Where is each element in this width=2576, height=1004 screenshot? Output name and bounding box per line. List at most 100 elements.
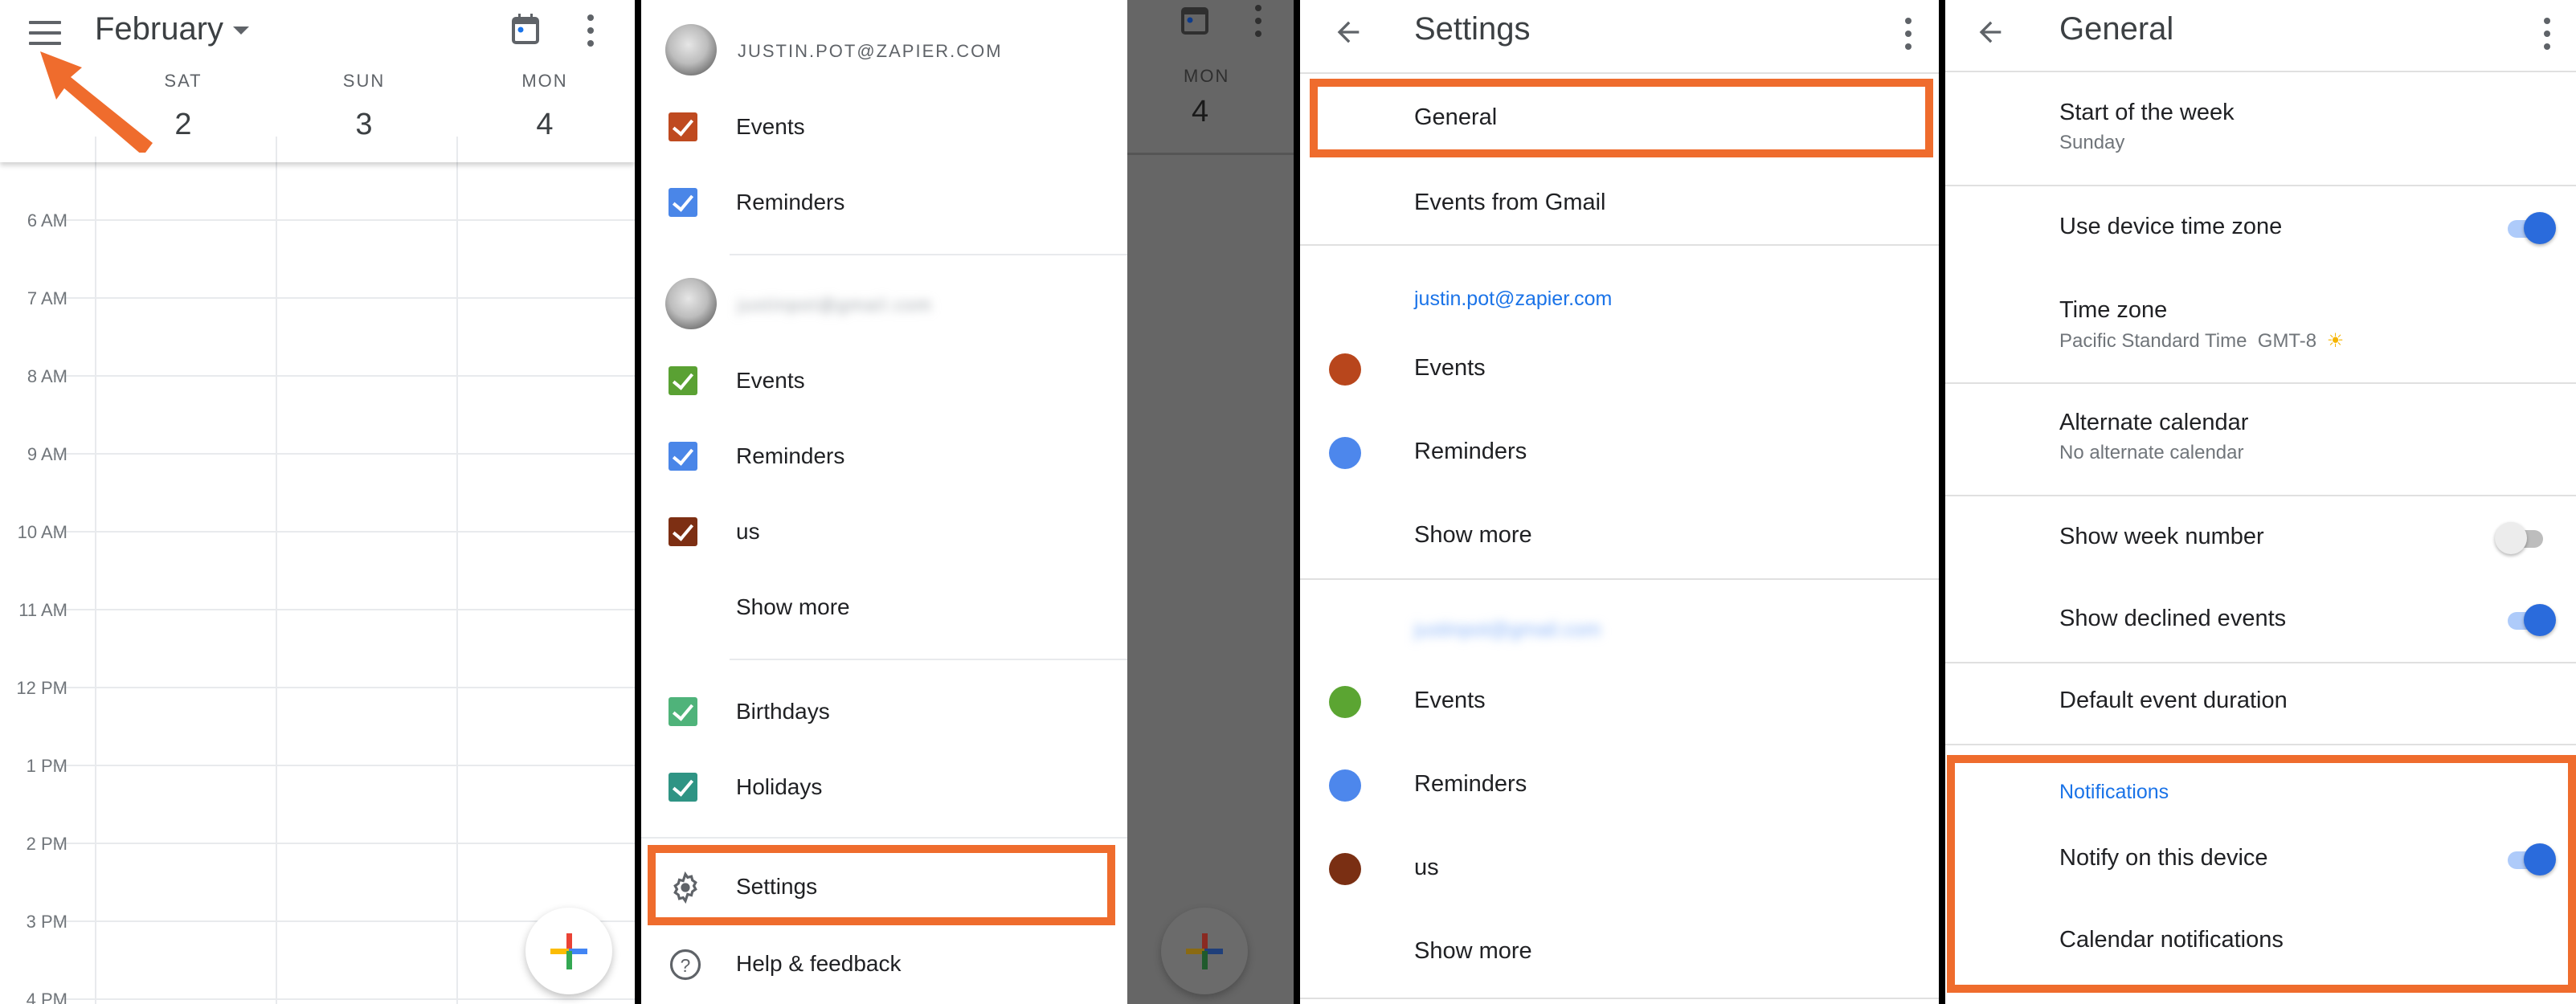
gear-icon <box>673 871 697 904</box>
divider <box>730 659 1127 660</box>
checkbox-checked-icon[interactable] <box>669 697 697 726</box>
column-divider <box>456 162 458 1004</box>
more-vert-icon[interactable] <box>587 14 595 47</box>
item-label: Events <box>1414 355 1486 381</box>
day-column-header[interactable]: SUN 3 <box>316 71 412 142</box>
calendar-toggle[interactable]: us <box>641 500 1127 564</box>
calendar-toggle[interactable]: Events <box>641 349 1127 413</box>
settings-label: Settings <box>736 874 818 899</box>
drawer-scrim[interactable]: MON 4 <box>1127 0 1294 1004</box>
account-email-blurred: justinpot@gmail.com <box>738 295 933 315</box>
settings-calendar-item[interactable]: Events <box>1300 668 1939 737</box>
settings-calendar-item[interactable]: Events <box>1300 336 1939 405</box>
checkbox-checked-icon[interactable] <box>669 442 697 471</box>
calendar-toggle[interactable]: Reminders <box>641 170 1127 235</box>
settings-calendar-item[interactable]: Reminders <box>1300 419 1939 488</box>
show-declined-events-toggle[interactable] <box>2503 604 2556 636</box>
panel-separator <box>635 0 641 1004</box>
checkbox-checked-icon[interactable] <box>669 112 697 141</box>
settings-item-events-from-gmail[interactable]: Events from Gmail <box>1300 169 1939 239</box>
hour-label: 3 PM <box>26 912 67 932</box>
checkbox-checked-icon[interactable] <box>669 517 697 546</box>
use-device-time-zone-toggle[interactable] <box>2503 212 2556 244</box>
back-arrow-icon[interactable] <box>1332 16 1364 48</box>
column-divider <box>276 162 277 1004</box>
checkbox-checked-icon[interactable] <box>669 773 697 802</box>
notify-on-this-device-toggle[interactable] <box>2503 843 2556 875</box>
back-arrow-icon[interactable] <box>1974 16 2006 48</box>
help-feedback-menu-item[interactable]: ? Help & feedback <box>641 930 1127 999</box>
divider <box>1945 662 2576 663</box>
hour-gridline <box>53 843 635 844</box>
day-name: MON <box>1184 66 1230 86</box>
divider <box>1945 185 2576 186</box>
item-label: Events from Gmail <box>1414 190 1606 215</box>
page-title: Settings <box>1414 11 1531 47</box>
help-icon: ? <box>669 949 701 981</box>
hour-label: 9 AM <box>27 444 67 464</box>
account-header[interactable]: JUSTIN.POT@ZAPIER.COM <box>641 24 1127 80</box>
divider <box>1300 578 1939 580</box>
settings-calendar-item[interactable]: Reminders <box>1300 752 1939 821</box>
more-vert-icon[interactable] <box>2543 18 2551 50</box>
day-number: 4 <box>536 108 554 141</box>
today-calendar-icon[interactable] <box>511 13 540 45</box>
hour-label: 4 PM <box>26 990 67 1004</box>
setting-use-device-time-zone[interactable]: Use device time zone <box>1945 193 2576 270</box>
calendar-toggle[interactable]: Reminders <box>641 424 1127 488</box>
setting-value: Sunday <box>2059 132 2125 153</box>
setting-label: Start of the week <box>2059 100 2235 125</box>
settings-item-general[interactable]: General <box>1300 84 1939 154</box>
account-header[interactable]: justinpot@gmail.com <box>641 278 1127 334</box>
settings-menu-item[interactable]: Settings <box>641 853 1127 922</box>
setting-show-declined-events[interactable]: Show declined events <box>1945 585 2576 662</box>
setting-start-of-week[interactable]: Start of the week Sunday <box>1945 80 2576 183</box>
show-week-number-toggle[interactable] <box>2495 522 2548 554</box>
setting-label: Notify on this device <box>2059 845 2268 871</box>
calendar-label: Reminders <box>736 190 845 214</box>
settings-toolbar: Settings <box>1300 0 1939 74</box>
general-settings-panel: General Start of the week Sunday Use dev… <box>1945 0 2576 1004</box>
show-more-button[interactable]: Show more <box>1300 919 1939 988</box>
column-divider <box>456 137 458 162</box>
setting-label: Alternate calendar <box>2059 410 2249 435</box>
more-vert-icon[interactable] <box>1904 18 1912 50</box>
hour-label: 1 PM <box>26 756 67 776</box>
avatar <box>665 278 717 329</box>
setting-default-event-duration[interactable]: Default event duration <box>1945 670 2576 747</box>
setting-notify-on-this-device[interactable]: Notify on this device <box>1945 824 2576 901</box>
column-divider <box>276 137 277 162</box>
setting-show-week-number[interactable]: Show week number <box>1945 503 2576 580</box>
account-email: JUSTIN.POT@ZAPIER.COM <box>738 41 1003 61</box>
dropdown-caret-icon[interactable] <box>233 27 249 35</box>
hour-gridline <box>53 609 635 610</box>
day-column-header[interactable]: MON 4 <box>497 71 593 142</box>
setting-alternate-calendar[interactable]: Alternate calendar No alternate calendar <box>1945 390 2576 493</box>
calendar-toggle[interactable]: Holidays <box>641 755 1127 819</box>
calendar-toggle[interactable]: Events <box>641 95 1127 159</box>
setting-time-zone[interactable]: Time zone Pacific Standard Time GMT-8 ☀ <box>1945 278 2576 381</box>
show-more-button[interactable]: Show more <box>641 573 1127 643</box>
checkbox-checked-icon[interactable] <box>669 188 697 217</box>
calendar-label: Events <box>736 114 805 139</box>
hour-label: 7 AM <box>27 288 67 308</box>
hour-gridline <box>53 453 635 455</box>
notifications-section-header: Notifications <box>2059 781 2169 803</box>
setting-label: Time zone <box>2059 297 2168 323</box>
item-label: Show more <box>1414 938 1532 964</box>
divider <box>1127 153 1294 155</box>
checkbox-checked-icon[interactable] <box>669 366 697 395</box>
hour-label: 6 AM <box>27 210 67 231</box>
show-more-button[interactable]: Show more <box>1300 503 1939 572</box>
add-event-fab[interactable] <box>525 908 612 994</box>
avatar <box>665 24 717 76</box>
calendar-day-view-panel: February SAT 2 SUN 3 MON 4 6 AM 7 AM 8 A… <box>0 0 635 1004</box>
settings-calendar-item[interactable]: us <box>1300 835 1939 904</box>
calendar-label: Reminders <box>736 443 845 468</box>
hour-label: 11 AM <box>18 600 67 620</box>
calendar-toggle[interactable]: Birthdays <box>641 680 1127 744</box>
add-event-icon <box>1186 933 1223 969</box>
sun-icon: ☀ <box>2326 330 2345 352</box>
hour-grid[interactable]: 6 AM 7 AM 8 AM 9 AM 10 AM 11 AM 12 PM 1 PM 2 PM 3… <box>0 162 635 1004</box>
setting-calendar-notifications[interactable]: Calendar notifications <box>1945 906 2576 983</box>
